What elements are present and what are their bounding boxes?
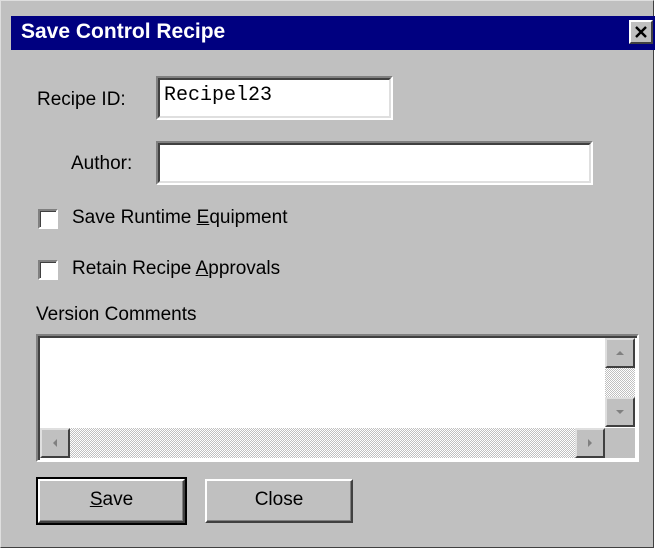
scroll-down-button[interactable]	[605, 397, 635, 427]
close-button[interactable]: Close	[205, 479, 353, 523]
save-control-recipe-dialog: Save Control Recipe Recipe ID: Recipel23…	[0, 0, 655, 548]
recipe-id-label: Recipe ID:	[37, 89, 126, 110]
save-button[interactable]: Save	[36, 477, 187, 525]
scroll-right-button[interactable]	[575, 428, 605, 458]
close-window-button[interactable]	[629, 20, 653, 44]
recipe-id-field[interactable]: Recipel23	[156, 76, 393, 120]
save-runtime-equipment-label[interactable]: Save Runtime Equipment	[72, 207, 287, 229]
author-field[interactable]	[156, 141, 593, 185]
save-runtime-equipment-checkbox[interactable]	[38, 209, 58, 229]
retain-recipe-approvals-checkbox[interactable]	[38, 260, 58, 280]
scroll-up-button[interactable]	[605, 338, 635, 368]
version-comments-textarea[interactable]	[36, 334, 639, 462]
arrow-down-icon	[616, 410, 624, 414]
author-label: Author:	[71, 153, 133, 174]
version-comments-label: Version Comments	[36, 304, 197, 325]
arrow-right-icon	[588, 439, 592, 447]
arrow-left-icon	[53, 439, 57, 447]
vertical-scrollbar[interactable]	[605, 338, 635, 427]
scroll-left-button[interactable]	[40, 428, 70, 458]
arrow-up-icon	[616, 351, 624, 355]
retain-recipe-approvals-label[interactable]: Retain Recipe Approvals	[72, 258, 280, 280]
dialog-title: Save Control Recipe	[21, 20, 226, 43]
horizontal-scrollbar[interactable]	[40, 428, 605, 458]
title-bar[interactable]: Save Control Recipe	[11, 16, 655, 50]
scrollbar-corner	[605, 428, 635, 458]
recipe-id-value: Recipel23	[164, 84, 273, 107]
close-x-icon	[635, 26, 647, 38]
